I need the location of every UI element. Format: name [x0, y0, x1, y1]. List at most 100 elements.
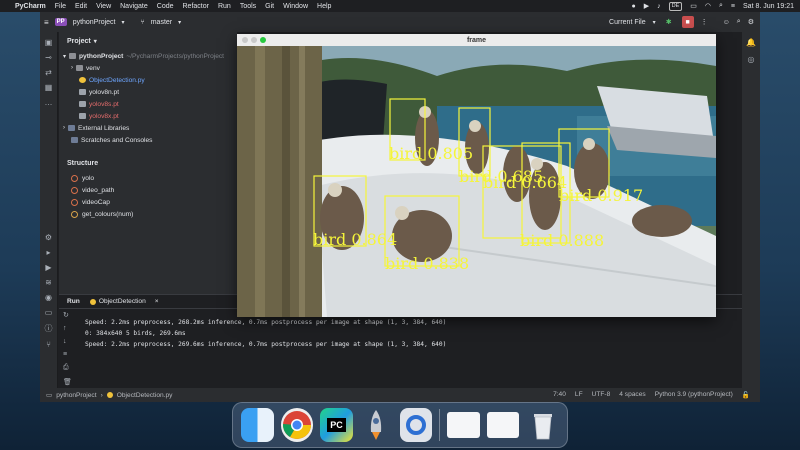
line-ending[interactable]: LF: [575, 391, 583, 399]
menu-help[interactable]: Help: [317, 3, 331, 10]
tree-item-scratches[interactable]: Scratches and Consoles: [59, 134, 237, 146]
stop-button[interactable]: ■: [681, 16, 694, 28]
detection-label: bird 0.917: [559, 186, 643, 205]
terminal-icon[interactable]: ▭: [45, 308, 53, 317]
run-config-selector[interactable]: Current File: [609, 19, 646, 26]
search-everywhere-icon[interactable]: ⌕: [737, 18, 741, 26]
run-tool-icon[interactable]: ▶: [45, 263, 51, 272]
play-icon[interactable]: ▶: [644, 2, 649, 10]
record-icon[interactable]: ●: [632, 3, 636, 10]
preview-window-icon[interactable]: [447, 412, 480, 438]
menu-bar: PyCharm File Edit View Navigate Code Ref…: [0, 0, 800, 12]
python-file-icon: [79, 77, 86, 83]
quicktime-icon[interactable]: [399, 408, 433, 442]
menu-file[interactable]: File: [55, 3, 66, 10]
ai-assistant-icon[interactable]: ◎: [748, 55, 755, 64]
project-tool-icon[interactable]: ▣: [45, 38, 53, 47]
project-panel-header[interactable]: Project ▾: [59, 32, 237, 50]
video-frame: bird 0.805 bird 0.685 bird 0.664 bird 0.…: [237, 46, 716, 317]
structure-item[interactable]: video_path: [59, 184, 237, 196]
clock[interactable]: Sat 8. Jun 19:21: [743, 3, 794, 10]
menu-code[interactable]: Code: [157, 3, 174, 10]
structure-item[interactable]: get_colours(num): [59, 208, 237, 220]
control-center-icon[interactable]: ≡: [731, 3, 735, 10]
down-arrow-icon[interactable]: ↓: [63, 338, 75, 345]
file-icon: [79, 89, 86, 95]
minimize-window-button[interactable]: [251, 37, 257, 43]
menu-edit[interactable]: Edit: [75, 3, 87, 10]
trash-icon[interactable]: [526, 408, 559, 442]
menu-tools[interactable]: Tools: [240, 3, 256, 10]
preview-window-icon[interactable]: [486, 412, 520, 438]
run-tab-objectdetection[interactable]: ObjectDetection ×: [89, 298, 159, 305]
main-menu-icon[interactable]: ≡: [44, 18, 49, 27]
console-output[interactable]: Speed: 2.2ms preprocess, 268.2ms inferen…: [85, 317, 446, 350]
chevron-right-icon: ›: [63, 125, 65, 131]
structure-panel-header[interactable]: Structure: [59, 154, 237, 172]
python-console-icon[interactable]: ▸: [46, 248, 50, 257]
breadcrumb-file[interactable]: ObjectDetection.py: [117, 392, 173, 399]
zoom-window-button[interactable]: [260, 37, 266, 43]
menu-view[interactable]: View: [96, 3, 111, 10]
more-icon[interactable]: ⋮: [701, 18, 708, 26]
rerun-icon[interactable]: ↻: [63, 311, 75, 319]
search-icon[interactable]: ⌕: [719, 2, 723, 10]
commit-tool-icon[interactable]: ⊸: [45, 53, 52, 62]
console-line: Speed: 2.2ms preprocess, 268.2ms inferen…: [85, 319, 447, 326]
finder-icon[interactable]: [241, 408, 274, 442]
layers-icon[interactable]: ≋: [45, 278, 52, 287]
tree-root[interactable]: ▾ pythonProject ~/PycharmProjects/python…: [59, 50, 237, 62]
delete-icon[interactable]: 🗑: [63, 378, 75, 386]
menu-window[interactable]: Window: [283, 3, 308, 10]
tree-item-external-libraries[interactable]: › External Libraries: [59, 122, 237, 134]
pycharm-icon[interactable]: PC: [320, 408, 353, 442]
settings-icon[interactable]: ⚙: [748, 18, 754, 26]
structure-item-label: videoCap: [82, 198, 110, 206]
chevron-right-icon: ›: [100, 391, 103, 399]
tree-item-yolov8x[interactable]: yolov8x.pt: [59, 110, 237, 122]
lock-icon[interactable]: 🔓: [742, 391, 750, 399]
dock: PC: [232, 402, 568, 448]
structure-item[interactable]: videoCap: [59, 196, 237, 208]
frame-titlebar[interactable]: frame: [237, 34, 716, 46]
keyboard-layout[interactable]: DE: [668, 1, 683, 11]
menu-run[interactable]: Run: [218, 3, 231, 10]
structure-tool-icon[interactable]: ▦: [45, 83, 53, 92]
user-icon[interactable]: ☺: [723, 19, 730, 26]
menu-git[interactable]: Git: [265, 3, 274, 10]
soft-wrap-icon[interactable]: ≡: [63, 351, 75, 358]
services-icon[interactable]: ◉: [45, 293, 52, 302]
mic-icon[interactable]: ♪: [657, 3, 661, 10]
branch-selector[interactable]: master: [151, 19, 172, 26]
file-encoding[interactable]: UTF-8: [592, 391, 611, 399]
indent-setting[interactable]: 4 spaces: [619, 391, 645, 399]
problems-icon[interactable]: ⓘ: [45, 323, 53, 334]
wifi-icon[interactable]: ◠: [705, 2, 711, 10]
detection-label: bird 0.805: [389, 144, 473, 163]
project-selector[interactable]: pythonProject: [73, 19, 116, 26]
close-icon[interactable]: ×: [155, 298, 159, 305]
python-packages-icon[interactable]: ⚙: [45, 233, 52, 242]
battery-icon[interactable]: ▭: [690, 2, 697, 10]
more-tools-icon[interactable]: …: [45, 98, 53, 107]
debug-button[interactable]: ✱: [663, 16, 675, 28]
close-window-button[interactable]: [242, 37, 248, 43]
up-arrow-icon[interactable]: ↑: [63, 325, 75, 332]
tree-item-yolov8n[interactable]: yolov8n.pt: [59, 86, 237, 98]
menu-refactor[interactable]: Refactor: [183, 3, 209, 10]
tree-item-objectdetection[interactable]: ObjectDetection.py: [59, 74, 237, 86]
caret-position[interactable]: 7:40: [553, 391, 566, 399]
interpreter-selector[interactable]: Python 3.9 (pythonProject): [655, 391, 733, 399]
app-menu[interactable]: PyCharm: [15, 3, 46, 10]
launchpad-icon[interactable]: [360, 408, 393, 442]
print-icon[interactable]: ⎙: [63, 364, 75, 372]
notifications-icon[interactable]: 🔔: [746, 38, 756, 47]
git-icon[interactable]: ⑂: [46, 340, 51, 349]
tree-item-venv[interactable]: › venv: [59, 62, 237, 74]
structure-item[interactable]: yolo: [59, 172, 237, 184]
tree-item-yolov8s[interactable]: yolov8s.pt: [59, 98, 237, 110]
breadcrumb-project[interactable]: pythonProject: [56, 392, 96, 399]
chrome-icon[interactable]: [280, 408, 314, 442]
pull-requests-icon[interactable]: ⇄: [45, 68, 52, 77]
menu-navigate[interactable]: Navigate: [120, 3, 148, 10]
